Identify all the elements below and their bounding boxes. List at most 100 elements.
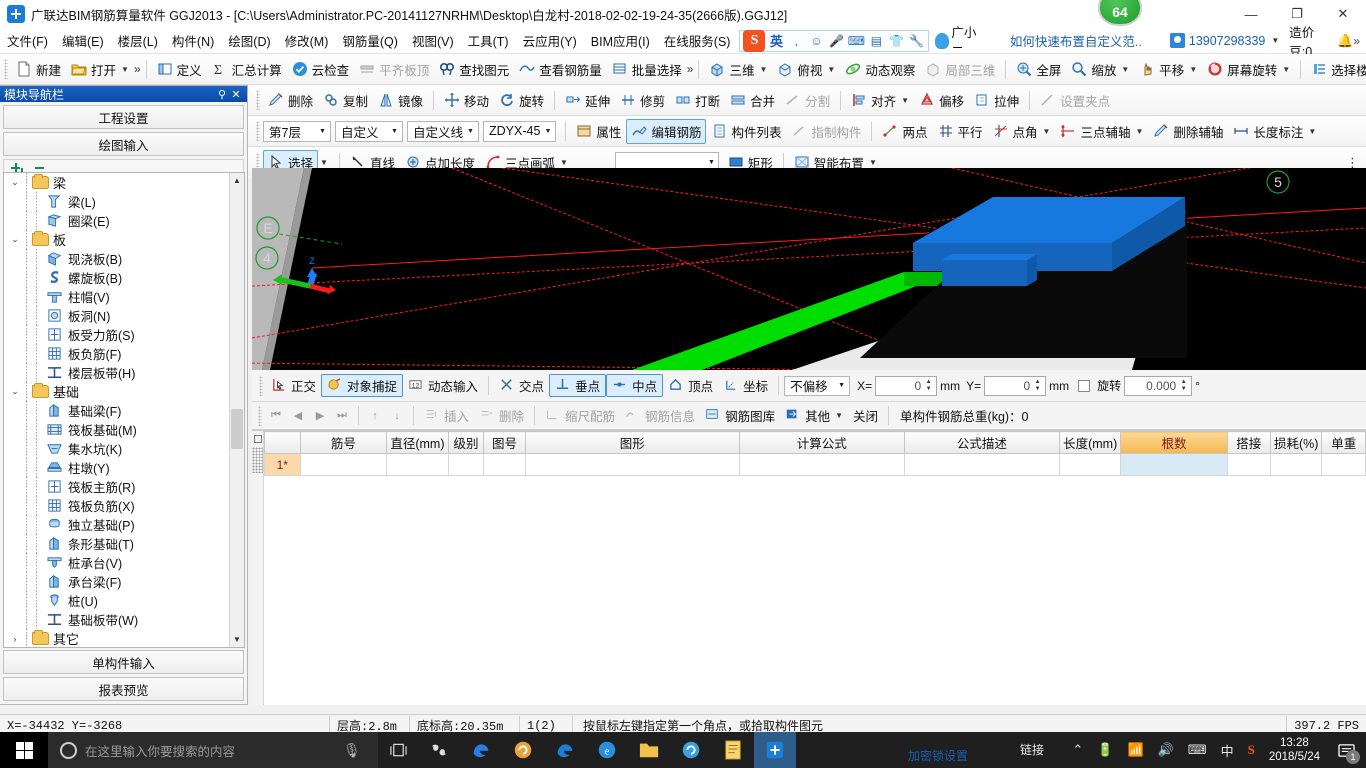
extend-button[interactable]: 延伸 — [560, 88, 615, 113]
tree-item[interactable]: 基础梁(F) — [4, 401, 230, 420]
menu-file[interactable]: 文件(F) — [0, 28, 55, 53]
scrollbar-thumb[interactable] — [231, 409, 243, 449]
properties-button[interactable]: 属性 — [571, 119, 626, 144]
parallel-axis-button[interactable]: 平行 — [933, 119, 988, 144]
tree-item[interactable]: 圈梁(E) — [4, 211, 230, 230]
rotate-checkbox[interactable] — [1078, 379, 1091, 392]
tree-folder[interactable]: › 其它 — [4, 629, 230, 647]
member-list-button[interactable]: 构件列表 — [706, 119, 786, 144]
column-header[interactable]: 搭接 — [1226, 431, 1272, 454]
scroll-up-icon[interactable]: ▲ — [230, 173, 244, 188]
category-combo[interactable]: 自定义 ▼ — [335, 120, 403, 142]
coordinate-snap-toggle[interactable]: 坐标 — [718, 374, 773, 397]
trim-button[interactable]: 修剪 — [615, 88, 670, 113]
taskbar-app-ie[interactable]: e — [586, 732, 628, 768]
view-rebar-qty-button[interactable]: 查看钢筋量 — [514, 57, 607, 82]
report-preview-button[interactable]: 报表预览 — [3, 677, 244, 701]
open-button[interactable]: 打开 ▼ — [66, 57, 134, 82]
wifi-icon[interactable]: 📶 — [1121, 732, 1149, 768]
tree-folder[interactable]: ⌄ 基础 — [4, 382, 230, 401]
tree-item[interactable]: 柱墩(Y) — [4, 458, 230, 477]
close-icon[interactable]: ✕ — [229, 88, 243, 101]
taskbar-app-explorer[interactable] — [628, 732, 670, 768]
midpoint-snap-toggle[interactable]: 中点 — [606, 374, 664, 397]
chevron-down-icon[interactable]: ▼ — [869, 158, 877, 167]
new-button[interactable]: 新建 — [11, 57, 66, 82]
column-header[interactable]: 公式描述 — [903, 431, 1060, 454]
toolbar-overflow-2[interactable]: » — [687, 62, 694, 76]
delete-row-button[interactable]: 删除 — [474, 405, 529, 427]
object-snap-toggle[interactable]: 对象捕捉 — [321, 374, 404, 397]
align-button[interactable]: 对齐 ▼ — [846, 88, 914, 113]
taskbar-search[interactable]: 在这里输入你要搜索的内容 🎙 — [48, 732, 378, 768]
chevron-right-icon[interactable]: › — [8, 634, 22, 644]
draw-input-button[interactable]: 绘图输入 — [3, 132, 244, 156]
chevron-down-icon[interactable]: ⌄ — [8, 177, 22, 188]
table-row[interactable]: 1* — [264, 453, 1366, 476]
voice-icon[interactable]: 🎤 — [827, 32, 845, 50]
pin-icon[interactable]: ⚲ — [215, 88, 229, 101]
ime-mode-icon[interactable]: 英 — [767, 32, 785, 50]
column-header[interactable]: 损耗(%) — [1270, 431, 1323, 454]
rotate-button[interactable]: 旋转 — [494, 88, 549, 113]
floor-combo[interactable]: 第7层 ▼ — [263, 120, 331, 142]
partial-3d-button[interactable]: 局部三维 — [920, 57, 1000, 82]
table-cell[interactable]: 1* — [264, 453, 301, 476]
sum-calc-button[interactable]: Σ 汇总计算 — [207, 57, 287, 82]
component-tree[interactable]: ⌄ 梁梁(L) 圈梁(E) ⌄ 板现浇板(B) 螺旋板(B) 柱帽(V) 板洞(N) 板受力筋(… — [3, 172, 245, 648]
menu-draw[interactable]: 绘图(D) — [221, 28, 277, 53]
tree-folder[interactable]: ⌄ 梁 — [4, 173, 230, 192]
tree-item[interactable]: 独立基础(P) — [4, 515, 230, 534]
rotate-spinner[interactable]: ▲ ▼ — [1178, 379, 1189, 393]
single-member-input-button[interactable]: 单构件输入 — [3, 650, 244, 674]
chevron-down-icon[interactable]: ▼ — [827, 65, 835, 74]
toolbar-grip[interactable] — [256, 90, 260, 110]
table-cell[interactable] — [1270, 453, 1323, 476]
chevron-down-icon[interactable]: ▼ — [901, 96, 909, 105]
close-panel-button[interactable]: 关闭 — [848, 405, 883, 427]
menu-modify[interactable]: 修改(M) — [278, 28, 336, 53]
taskbar-app-ggj[interactable] — [754, 732, 796, 768]
model-viewport[interactable]: E 4 5 Z — [252, 168, 1366, 370]
tree-item[interactable]: 现浇板(B) — [4, 249, 230, 268]
tree-item[interactable]: 筏板基础(M) — [4, 420, 230, 439]
taskbar-app-edge-legacy[interactable] — [460, 732, 502, 768]
column-header[interactable]: 级别 — [447, 431, 485, 454]
align-slab-top-button[interactable]: 平齐板顶 — [354, 57, 434, 82]
battery-icon[interactable]: 🔋 — [1091, 732, 1119, 768]
copy-member-button[interactable]: 指制构件 — [786, 119, 866, 144]
tree-item[interactable]: 桩(U) — [4, 591, 230, 610]
next-record-button[interactable]: ▶ — [309, 405, 331, 427]
insert-row-button[interactable]: 插入 — [419, 405, 474, 427]
volume-icon[interactable]: 🔊 — [1152, 732, 1180, 768]
table-cell[interactable] — [738, 453, 905, 476]
column-header[interactable]: 单重 — [1321, 431, 1366, 454]
menu-rebar[interactable]: 钢筋量(Q) — [335, 28, 405, 53]
delete-axis-button[interactable]: 删除辅轴 — [1148, 119, 1228, 144]
batch-select-button[interactable]: 批量选择 — [607, 57, 687, 82]
copy-button[interactable]: 复制 — [318, 88, 373, 113]
offset-button[interactable]: 偏移 — [914, 88, 969, 113]
chevron-down-icon[interactable]: ▼ — [1135, 127, 1143, 136]
rebar-info-button[interactable]: 钢筋信息 — [620, 405, 700, 427]
other-button[interactable]: 其他 ▼ — [780, 405, 848, 427]
y-spinner[interactable]: ▲ ▼ — [1032, 379, 1043, 393]
tree-item[interactable]: 承台梁(F) — [4, 572, 230, 591]
move-button[interactable]: 移动 — [439, 88, 494, 113]
chevron-down-icon[interactable]: ▼ — [759, 65, 767, 74]
prev-record-button[interactable]: ◀ — [287, 405, 309, 427]
merge-button[interactable]: 合并 — [725, 88, 780, 113]
tree-item[interactable]: 筏板主筋(R) — [4, 477, 230, 496]
minimize-button[interactable]: — — [1228, 0, 1274, 28]
define-button[interactable]: 定义 — [152, 57, 207, 82]
find-element-button[interactable]: 查找图元 — [434, 57, 514, 82]
start-button[interactable] — [0, 732, 48, 768]
bell-icon[interactable]: 🔔 — [1337, 33, 1353, 49]
chevron-down-icon[interactable]: ▼ — [1189, 65, 1197, 74]
toolbar-grip[interactable] — [256, 121, 260, 141]
x-spinner[interactable]: ▲ ▼ — [923, 379, 934, 393]
two-point-axis-button[interactable]: 两点 — [877, 119, 932, 144]
chevron-down-icon[interactable]: ▼ — [540, 122, 555, 141]
column-header[interactable]: 根数 — [1120, 431, 1228, 454]
keyboard-icon[interactable]: ⌨ — [847, 32, 865, 50]
